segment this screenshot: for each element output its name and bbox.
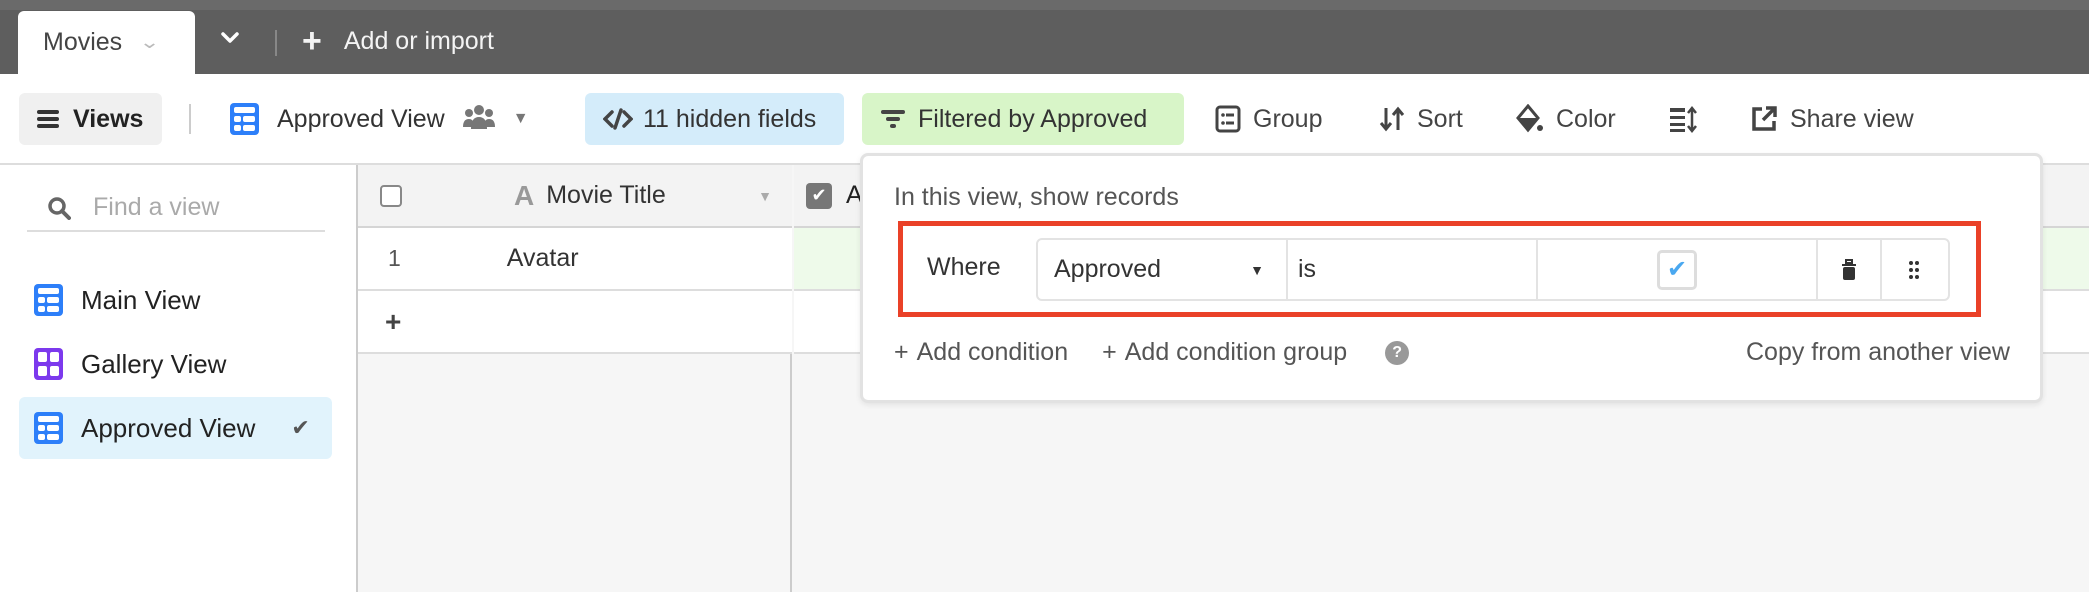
- share-icon: [1750, 105, 1778, 133]
- hidden-fields-label: 11 hidden fields: [643, 104, 817, 133]
- color-label: Color: [1556, 104, 1616, 133]
- sidebar-item-gallery-view[interactable]: Gallery View: [19, 333, 332, 395]
- add-import-label: Add or import: [343, 26, 494, 55]
- view-label: Approved View: [81, 412, 256, 443]
- paint-bucket-icon: [1516, 104, 1544, 134]
- cell-movie-title[interactable]: Avatar: [507, 244, 579, 273]
- view-label: Gallery View: [81, 348, 227, 379]
- field-value: Approved: [1054, 255, 1162, 283]
- plus-icon: +: [302, 22, 322, 60]
- row-height-button[interactable]: [1669, 93, 1697, 145]
- add-group-label: Add condition group: [1124, 338, 1348, 366]
- filter-actions: + Add condition + Add condition group ?: [894, 338, 1410, 367]
- conjunction-label: Where: [927, 253, 1001, 281]
- group-button[interactable]: Group: [1215, 93, 1322, 145]
- text-field-icon: A: [514, 179, 535, 211]
- sort-icon: [1379, 105, 1405, 133]
- hidden-fields-button[interactable]: 11 hidden fields: [585, 93, 844, 145]
- sidebar-item-approved-view[interactable]: Approved View ✔: [19, 397, 332, 459]
- plus-icon: +: [1102, 338, 1117, 366]
- chevron-down-icon: [221, 32, 239, 43]
- column-label: Movie Title: [546, 181, 666, 209]
- caret-down-icon[interactable]: ▼: [758, 188, 772, 204]
- current-view-name: Approved View: [277, 104, 445, 133]
- value-cell: ✔: [1538, 240, 1818, 299]
- trash-icon: [1842, 258, 1856, 280]
- filter-popover: In this view, show records Where Approve…: [860, 153, 2043, 403]
- sidebar-item-main-view[interactable]: Main View: [19, 269, 332, 331]
- views-sidebar: Main View Gallery View Approved View ✔: [0, 165, 358, 592]
- caret-down-icon[interactable]: ▼: [513, 110, 529, 128]
- color-button[interactable]: Color: [1516, 93, 1616, 145]
- find-view-search[interactable]: [27, 185, 325, 232]
- find-view-input[interactable]: [93, 193, 313, 222]
- checkbox-field-icon: ✔: [806, 182, 832, 209]
- views-button[interactable]: Views: [19, 93, 162, 145]
- table-row[interactable]: 1 Avatar: [358, 228, 792, 291]
- primary-column: A Movie Title ▼ 1 Avatar +: [358, 165, 792, 592]
- tab-movies[interactable]: Movies ⌄: [18, 11, 195, 74]
- copy-from-another-view-button[interactable]: Copy from another view: [1746, 338, 2010, 367]
- sort-button[interactable]: Sort: [1379, 93, 1463, 145]
- top-bar: Movies ⌄ + Add or import: [0, 0, 2089, 74]
- highlight-box: Where Approved ▼ is ✔: [898, 221, 1981, 317]
- field-select[interactable]: Approved ▼: [1038, 240, 1288, 299]
- add-condition-label: Add condition: [916, 338, 1069, 366]
- group-label: Group: [1253, 104, 1323, 133]
- add-condition-group-button[interactable]: + Add condition group: [1102, 338, 1347, 367]
- filter-title: In this view, show records: [894, 183, 1179, 211]
- view-toolbar: Views Approved View ▼ 11 hidden fields F…: [0, 74, 2089, 165]
- operator-value: is: [1298, 255, 1317, 283]
- grid-view-icon: [34, 412, 63, 444]
- view-switcher[interactable]: Approved View ▼: [230, 93, 529, 145]
- share-view-button[interactable]: Share view: [1750, 93, 1914, 145]
- filter-label: Filtered by Approved: [918, 104, 1148, 133]
- row-height-icon: [1669, 105, 1697, 133]
- grid-view-icon: [230, 103, 259, 135]
- top-strip: [0, 0, 2089, 10]
- select-all-checkbox[interactable]: [380, 184, 402, 207]
- divider: [275, 30, 277, 56]
- hide-icon: [603, 108, 633, 130]
- share-label: Share view: [1790, 104, 1914, 133]
- delete-condition-button[interactable]: [1818, 240, 1882, 299]
- filter-condition: Approved ▼ is ✔: [1036, 238, 1950, 301]
- column-header-movie-title[interactable]: A Movie Title ▼: [358, 165, 792, 228]
- tables-menu-button[interactable]: [218, 25, 242, 55]
- chevron-down-icon[interactable]: ⌄: [139, 32, 160, 53]
- help-icon[interactable]: ?: [1385, 340, 1410, 365]
- checkmark-icon: ✔: [291, 415, 310, 440]
- search-icon: [47, 196, 71, 220]
- group-icon: [1215, 105, 1241, 133]
- drag-handle[interactable]: [1882, 240, 1946, 299]
- caret-down-icon: ▼: [1250, 261, 1264, 278]
- grid-view-icon: [34, 284, 63, 316]
- add-condition-button[interactable]: + Add condition: [894, 338, 1068, 367]
- divider: [189, 104, 191, 134]
- sort-label: Sort: [1417, 104, 1463, 133]
- filter-button[interactable]: Filtered by Approved: [862, 93, 1184, 145]
- plus-icon: +: [385, 305, 402, 337]
- row-number: 1: [388, 245, 401, 271]
- gallery-view-icon: [34, 348, 63, 380]
- plus-icon: +: [894, 338, 909, 366]
- operator-select[interactable]: is: [1288, 240, 1538, 299]
- value-checkbox[interactable]: ✔: [1657, 249, 1697, 290]
- drag-handle-icon: [1909, 260, 1919, 279]
- menu-icon: [37, 110, 59, 128]
- collaborative-icon: [462, 103, 495, 136]
- view-label: Main View: [81, 284, 201, 315]
- views-label: Views: [73, 104, 144, 133]
- filter-icon: [880, 108, 906, 130]
- add-row-button[interactable]: +: [358, 291, 792, 354]
- add-or-import-button[interactable]: + Add or import: [302, 24, 494, 58]
- tab-label: Movies: [43, 28, 123, 56]
